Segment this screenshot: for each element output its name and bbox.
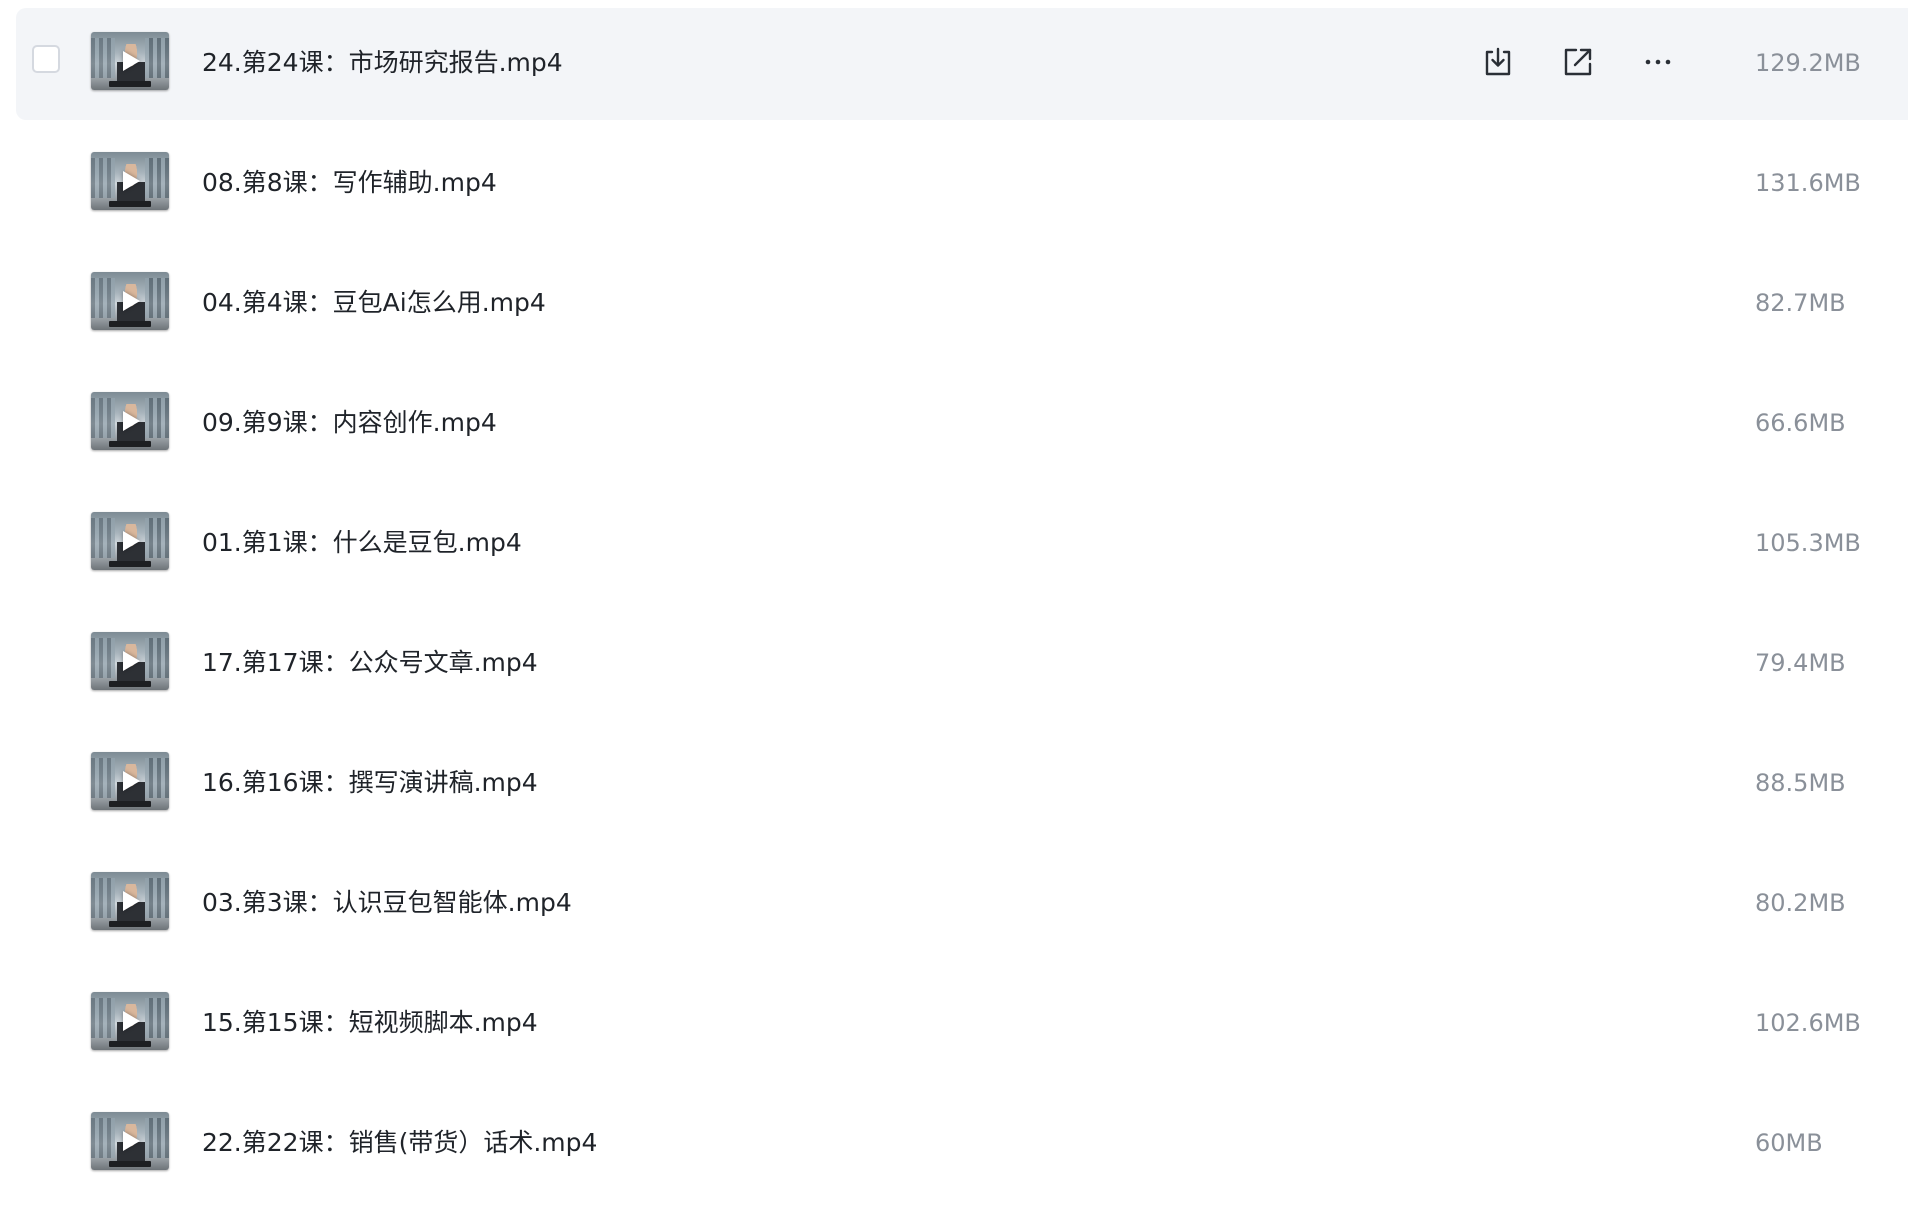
file-row[interactable]: 09.第9课：内容创作.mp4 66.6MB [16, 368, 1908, 480]
file-size: 79.4MB [1755, 649, 1846, 677]
file-name[interactable]: 24.第24课：市场研究报告.mp4 [202, 46, 563, 80]
play-icon [123, 651, 140, 671]
file-name[interactable]: 09.第9课：内容创作.mp4 [202, 406, 497, 440]
file-size: 88.5MB [1755, 769, 1846, 797]
video-thumbnail [91, 752, 169, 810]
play-icon [123, 171, 140, 191]
file-row[interactable]: 01.第1课：什么是豆包.mp4 105.3MB [16, 488, 1908, 600]
file-list: 24.第24课：市场研究报告.mp4 129.2MB 08.第8课：写作辅助.m… [0, 0, 1908, 1208]
download-icon [1485, 47, 1511, 76]
file-size: 80.2MB [1755, 889, 1846, 917]
file-size: 131.6MB [1755, 169, 1861, 197]
file-name[interactable]: 01.第1课：什么是豆包.mp4 [202, 526, 522, 560]
play-icon [123, 411, 140, 431]
play-icon [123, 1011, 140, 1031]
download-button[interactable] [1478, 42, 1518, 82]
file-row[interactable]: 17.第17课：公众号文章.mp4 79.4MB [16, 608, 1908, 720]
file-row[interactable]: 03.第3课：认识豆包智能体.mp4 80.2MB [16, 848, 1908, 960]
play-icon [123, 771, 140, 791]
video-thumbnail [91, 632, 169, 690]
file-name[interactable]: 15.第15课：短视频脚本.mp4 [202, 1006, 538, 1040]
file-row[interactable]: 08.第8课：写作辅助.mp4 131.6MB [16, 128, 1908, 240]
file-row[interactable]: 15.第15课：短视频脚本.mp4 102.6MB [16, 968, 1908, 1080]
play-icon [123, 51, 140, 71]
row-checkbox[interactable] [32, 45, 60, 73]
share-icon [1564, 48, 1592, 76]
video-thumbnail [91, 992, 169, 1050]
file-name[interactable]: 04.第4课：豆包Ai怎么用.mp4 [202, 286, 546, 320]
play-icon [123, 891, 140, 911]
file-name[interactable]: 22.第22课：销售(带货）话术.mp4 [202, 1126, 597, 1160]
file-size: 60MB [1755, 1129, 1823, 1157]
file-size: 66.6MB [1755, 409, 1846, 437]
file-size: 129.2MB [1755, 49, 1861, 77]
play-icon [123, 291, 140, 311]
file-name[interactable]: 16.第16课：撰写演讲稿.mp4 [202, 766, 538, 800]
file-row[interactable]: 16.第16课：撰写演讲稿.mp4 88.5MB [16, 728, 1908, 840]
file-name[interactable]: 17.第17课：公众号文章.mp4 [202, 646, 538, 680]
video-thumbnail [91, 272, 169, 330]
file-row[interactable]: 04.第4课：豆包Ai怎么用.mp4 82.7MB [16, 248, 1908, 360]
more-icon [1645, 59, 1671, 65]
video-thumbnail [91, 32, 169, 90]
share-button[interactable] [1558, 42, 1598, 82]
video-thumbnail [91, 1112, 169, 1170]
file-size: 82.7MB [1755, 289, 1846, 317]
file-row[interactable]: 24.第24课：市场研究报告.mp4 129.2MB [16, 8, 1908, 120]
video-thumbnail [91, 872, 169, 930]
video-thumbnail [91, 392, 169, 450]
video-thumbnail [91, 152, 169, 210]
more-button[interactable] [1638, 42, 1678, 82]
play-icon [123, 531, 140, 551]
file-name[interactable]: 03.第3课：认识豆包智能体.mp4 [202, 886, 572, 920]
play-icon [123, 1131, 140, 1151]
file-size: 102.6MB [1755, 1009, 1861, 1037]
file-size: 105.3MB [1755, 529, 1861, 557]
file-name[interactable]: 08.第8课：写作辅助.mp4 [202, 166, 497, 200]
video-thumbnail [91, 512, 169, 570]
file-row[interactable]: 22.第22课：销售(带货）话术.mp4 60MB [16, 1088, 1908, 1200]
